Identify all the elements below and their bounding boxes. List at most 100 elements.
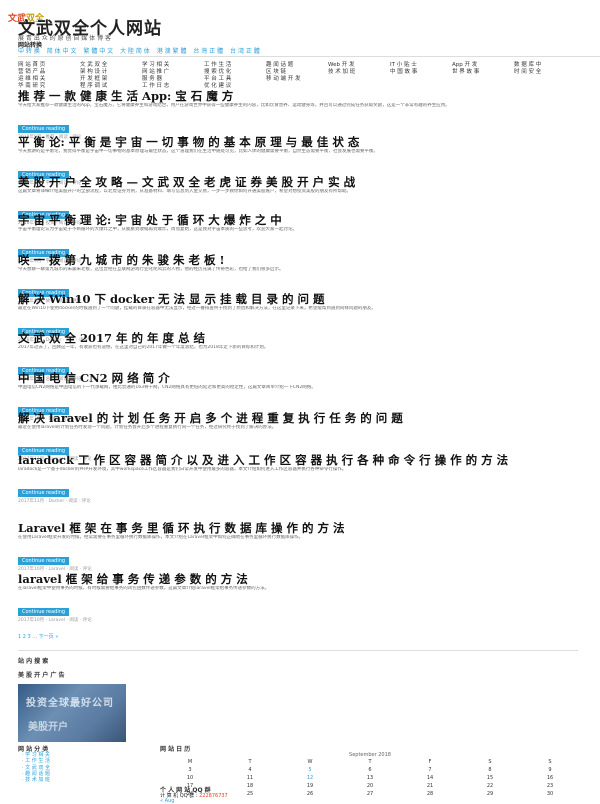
language-link[interactable]: 大 陸 简 体 [120,48,150,55]
post-title[interactable]: Laravel 框 架 在 事 务 里 循 环 执 行 数 据 库 操 作 的 … [18,522,600,535]
calendar-day-header: S [488,759,492,765]
logo-prefix: 文 [8,14,18,24]
nav-item[interactable]: 移 动 端 开 发 [266,74,328,82]
language-link[interactable]: 台 灣 正 體 [193,48,223,55]
calendar-header-row: M T W T F S S [160,758,580,766]
calendar-week-row: 17 18 19 20 21 22 23 [160,782,580,790]
post-item: laradock 工 作 区 容 器 简 介 以 及 进 入 工 作 区 容 器… [18,454,600,504]
nav-divider [18,56,600,57]
post-excerpt: 在使用Laravel框架开发的时候，经常需要在事务里循环执行数据库操作，本文介绍… [18,535,304,540]
post-excerpt: 最近在Win10下使用docker的时候遇到了一个问题，挂载的目录在容器中无法显… [18,306,376,311]
section-divider [18,650,578,651]
continue-reading-button[interactable]: Continue reading [18,489,70,497]
post-title[interactable]: 宇 宙 平 衡 理 论: 宇 宙 处 于 循 环 大 爆 炸 之 中 [18,214,600,227]
qq-label: 计 算 机 QQ 群 : [160,793,198,799]
post-title[interactable]: 咲 一 拨 第 九 城 市 的 朱 骏 朱 老 板 ! [18,254,600,267]
calendar-day: 15 [486,775,494,781]
post-title[interactable]: 文 武 双 全 2017 年 的 年 度 总 结 [18,332,600,345]
qq-number[interactable]: 222876737 [199,793,228,799]
calendar-day-header: M [187,759,193,765]
calendar-day: 28 [426,791,434,797]
calendar-day: 30 [546,791,554,797]
category-link[interactable]: · 技 术 加 班 [22,777,50,783]
nav-row-4: 华 南 研 究程 序 调 试工 作 日 志优 化 建 议 [18,81,266,89]
calendar-day-header: T [368,759,372,765]
calendar-day: 7 [428,767,432,773]
post-item: laravel 框 架 给 事 务 传 递 参 数 的 方 法 在laravel… [18,573,600,623]
calendar-day-header: F [428,759,432,765]
calendar-day: 18 [246,783,254,789]
calendar-day: 21 [426,783,434,789]
nav-item[interactable]: 世 界 故 事 [452,67,514,75]
calendar-day: 22 [486,783,494,789]
continue-reading-button[interactable]: Continue reading [18,125,70,133]
calendar-day-header: T [248,759,252,765]
calendar-day: 16 [546,775,554,781]
post-excerpt: 今天我讲的是平衡论，我觉得平衡是宇宙中一切事物的基本原理与最佳状态，这个道理我们… [18,149,378,154]
language-link[interactable]: 港 澳 繁 體 [157,48,187,55]
post-excerpt: 宇宙平衡理论认为宇宙处于不断循环的大爆炸之中，从膨胀到收缩再到爆炸，周而复始，这… [18,227,297,232]
language-link[interactable]: 中 转 换 [18,48,40,55]
category-link[interactable]: · 工 作 生 活 [22,758,50,764]
post-excerpt: 中国电信CN2网络是中国电信的下一代承载网，相比普通的163骨干网，CN2网络具… [18,385,316,390]
nav-item[interactable]: 技 术 加 班 [328,67,390,75]
language-link[interactable]: 简 体 中 文 [47,48,77,55]
post-excerpt: 今天想聊一聊第九城市的朱骏朱老板，这位曾经在互联网游戏行业叱咤风云的人物，他的经… [18,267,284,272]
calendar-day: 8 [488,767,492,773]
calendar-week-row: 3 4 5 6 7 8 9 [160,766,580,774]
post-excerpt: 在laravel框架中使用事务的时候，有时候需要给事务的闭包函数传递参数，这篇文… [18,586,270,591]
calendar-day-header: W [307,759,313,765]
nav-item[interactable]: 工 作 日 志 [142,81,204,89]
calendar-day: 13 [366,775,374,781]
calendar-day: 4 [248,767,252,773]
post-title[interactable]: 中 国 电 信 CN2 网 络 简 介 [18,372,600,385]
nav-item[interactable]: 程 序 调 试 [80,81,142,89]
calendar-day: 29 [486,791,494,797]
post-meta: 2017年10月 · Laravel · 阅读 · 评论 [18,567,92,572]
language-switch-links: 中 转 换 简 体 中 文 繁 體 中 文 大 陸 简 体 港 澳 繁 體 台 … [18,46,265,55]
post-title[interactable]: 解 决 Win10 下 docker 无 法 显 示 挂 载 目 录 的 问 题 [18,293,600,306]
post-item: 推 荐 一 款 健 康 生 活 App: 宝 石 魔 方 今天给大家推荐一款健康… [18,90,600,140]
calendar-day: 6 [368,767,372,773]
calendar-day: 19 [306,783,314,789]
ad-line-2: 美股开户 [28,722,68,733]
category-links: · 学 习 相 关 · 工 作 生 活 · 文 武 双 全 · 趣 闻 话 题 … [22,752,50,783]
post-title[interactable]: laradock 工 作 区 容 器 简 介 以 及 进 入 工 作 区 容 器… [18,454,600,467]
calendar-day: 25 [246,791,254,797]
stock-ad-banner[interactable]: 投资全球最好公司 美股开户 [18,684,126,742]
calendar-day: 14 [426,775,434,781]
post-title[interactable]: 美 股 开 户 全 攻 略 — 文 武 双 全 老 虎 证 券 美 股 开 户 … [18,176,600,189]
calendar-day-link[interactable]: 5 [280,766,340,774]
post-excerpt: 最近在使用laravel的计划任务时发现一个问题，计划任务会开启多个进程重复执行… [18,425,277,430]
language-link[interactable]: 台 湾 正 體 [230,48,260,55]
search-heading: 站 内 搜 索 [18,658,49,665]
post-title[interactable]: laravel 框 架 给 事 务 传 递 参 数 的 方 法 [18,573,600,586]
post-excerpt: 这篇文章将详细介绍美股开户的全部流程，以老虎证券为例，从准备材料、填写信息到入金… [18,189,351,194]
calendar-day-header: S [548,759,552,765]
post-excerpt: 2017年过去了，回顾这一年，有收获也有遗憾，在这里对自己的2017年做一个年度… [18,345,269,350]
calendar-day: 9 [548,767,552,773]
post-excerpt: 今天给大家推荐一款健康生活的App，宝石魔方，它将健康养生和游戏结合，用户在游戏… [18,103,450,108]
calendar-day: 27 [366,791,374,797]
post-title[interactable]: 平 衡 论: 平 衡 是 宇 宙 一 切 事 物 的 基 本 原 理 与 最 佳… [18,136,600,149]
post-item: Laravel 框 架 在 事 务 里 循 环 执 行 数 据 库 操 作 的 … [18,522,600,572]
post-title[interactable]: 解 决 laravel 的 计 划 任 务 开 启 多 个 进 程 重 复 执 … [18,412,600,425]
language-link[interactable]: 繁 體 中 文 [83,48,113,55]
nav-item[interactable]: 优 化 建 议 [204,81,266,89]
pagination[interactable]: 1 2 3 ... 下一页 » [18,633,58,640]
nav-item[interactable]: 华 南 研 究 [18,81,80,89]
nav-item[interactable]: 时 间 安 全 [514,67,564,75]
calendar-week-row: 10 11 12 13 14 15 16 [160,774,580,782]
continue-reading-button[interactable]: Continue reading [18,557,70,565]
calendar-day: 11 [246,775,254,781]
qq-group-line: 计 算 机 QQ 群 : 222876737 [160,792,228,799]
post-title[interactable]: 推 荐 一 款 健 康 生 活 App: 宝 石 魔 方 [18,90,600,103]
ad-line-1: 投资全球最好公司 [26,698,114,709]
continue-reading-button[interactable]: Continue reading [18,608,70,616]
calendar-day-link[interactable]: 12 [280,774,340,782]
post-excerpt: laradock是一个基于docker的PHP开发环境，其中workspace工… [18,467,347,472]
post-meta: 2017年10月 · Laravel · 阅读 · 评论 [18,618,92,623]
category-link[interactable]: · 文 武 双 全 [22,765,50,771]
nav-item[interactable]: 中 国 故 事 [390,67,452,75]
ad-heading: 美 股 开 户 广 告 [18,672,65,679]
